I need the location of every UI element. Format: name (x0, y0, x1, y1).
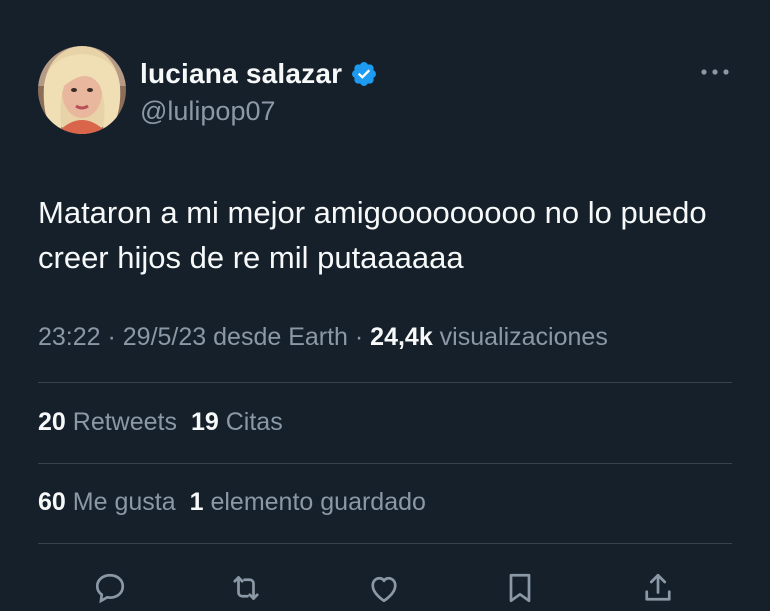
verified-badge-icon (350, 60, 378, 88)
likes-label: Me gusta (72, 488, 176, 516)
divider (38, 382, 732, 383)
like-stats-row: 60 Me gusta 1 elemento guardado (38, 488, 426, 517)
retweets-label: Retweets (72, 408, 177, 436)
like-icon[interactable] (366, 570, 402, 606)
tweet-text: Mataron a mi mejor amigooooooooo no lo p… (38, 195, 707, 275)
author-info[interactable]: luciana salazar @lulipop07 (140, 56, 378, 127)
retweet-icon[interactable] (228, 570, 264, 606)
retweets-count: 20 (38, 408, 66, 436)
likes-stat[interactable]: 60 Me gusta (38, 488, 176, 516)
divider (38, 463, 732, 464)
avatar-image (38, 46, 126, 134)
retweets-stat[interactable]: 20 Retweets (38, 408, 177, 436)
quotes-stat[interactable]: 19 Citas (191, 408, 283, 436)
views-count: 24,4k (370, 323, 433, 351)
avatar[interactable] (38, 46, 126, 134)
tweet-detail: luciana salazar @lulipop07 Mataron a mi … (0, 0, 770, 606)
more-options-icon[interactable] (698, 62, 732, 82)
timestamp[interactable]: 23:22 · 29/5/23 desde Earth · (38, 323, 370, 351)
likes-count: 60 (38, 488, 66, 516)
reply-icon[interactable] (92, 570, 128, 606)
action-bar (0, 562, 770, 606)
bookmarks-count: 1 (189, 488, 204, 516)
bookmarks-label: elemento guardado (210, 488, 426, 516)
quotes-count: 19 (190, 408, 219, 436)
user-handle[interactable]: @lulipop07 (140, 96, 378, 127)
tweet-meta: 23:22 · 29/5/23 desde Earth · 24,4k visu… (38, 323, 608, 352)
name-row: luciana salazar (140, 56, 378, 92)
share-icon[interactable] (640, 570, 676, 606)
bookmarks-stat[interactable]: 1 elemento guardado (190, 488, 426, 516)
bookmark-icon[interactable] (502, 570, 538, 606)
retweet-stats-row: 20 Retweets 19 Citas (38, 408, 283, 437)
quotes-label: Citas (225, 408, 283, 436)
divider (38, 543, 732, 544)
views-label: visualizaciones (432, 323, 608, 351)
display-name[interactable]: luciana salazar (140, 58, 342, 90)
